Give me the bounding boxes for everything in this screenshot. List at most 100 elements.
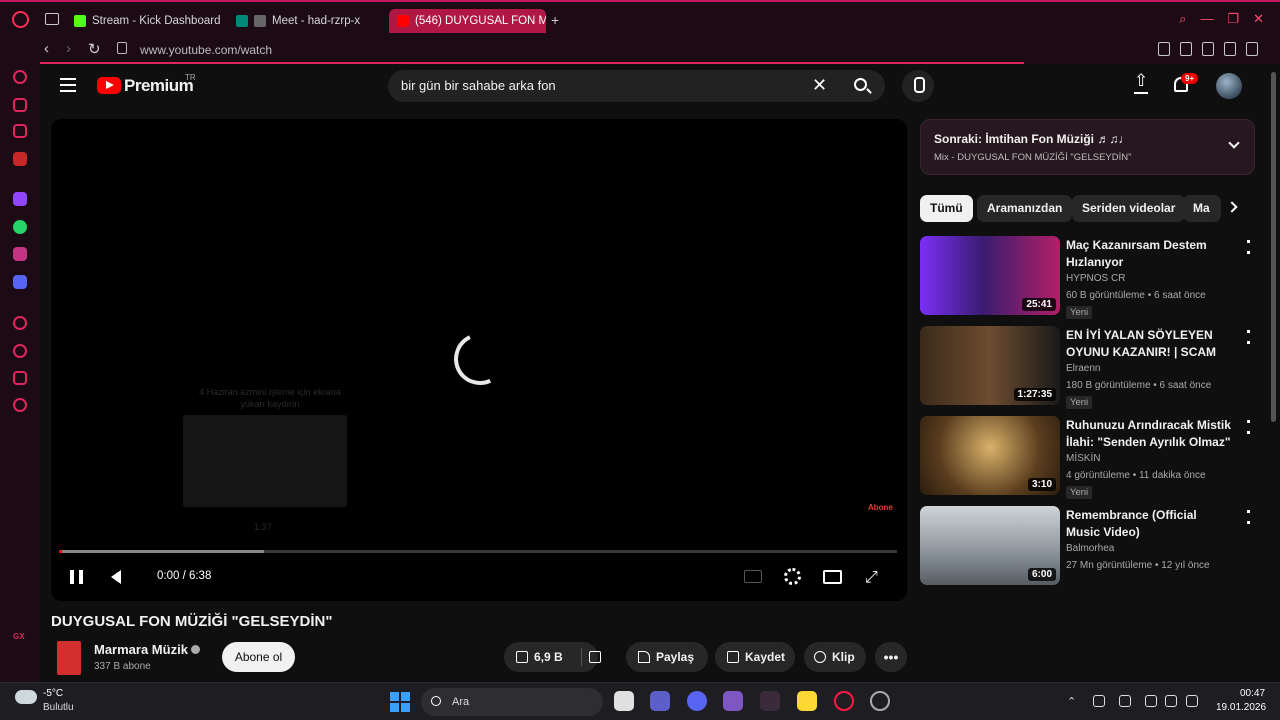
chevron-right-icon[interactable] [1226, 201, 1238, 213]
video-thumbnail[interactable]: 3:10 [920, 416, 1060, 495]
workspace-icon[interactable] [13, 124, 27, 138]
chip-series[interactable]: Seriden videolar [1072, 195, 1186, 222]
aria-icon[interactable] [13, 70, 27, 84]
tray-overflow-icon[interactable]: ⌃ [1067, 695, 1079, 708]
speaker-icon[interactable] [1165, 695, 1177, 707]
battery-icon[interactable] [1186, 695, 1198, 707]
more-vert-icon[interactable] [1247, 510, 1250, 524]
settings-taskbar-icon[interactable] [870, 691, 890, 711]
more-vert-icon[interactable] [1247, 330, 1250, 344]
channel-name[interactable]: Marmara Müzik [94, 642, 188, 657]
whatsapp-icon[interactable] [13, 220, 27, 234]
video-title[interactable]: EN İYİ YALAN SÖYLEYEN OYUNU KAZANIR! | S… [1066, 327, 1234, 361]
tab-meet[interactable]: Meet - had-rzrp-x [236, 9, 382, 33]
chip-more[interactable]: Ma [1183, 195, 1221, 222]
back-button[interactable]: ‹ [44, 40, 49, 57]
video-thumbnail[interactable]: 25:41 [920, 236, 1060, 315]
microphone-icon[interactable] [1119, 695, 1131, 707]
search-tabs-icon[interactable]: ⌕ [1179, 11, 1186, 27]
onedrive-icon[interactable] [1093, 695, 1105, 707]
page-scrollbar[interactable] [1271, 72, 1276, 422]
account-avatar[interactable] [1216, 73, 1242, 99]
dislike-button[interactable] [580, 642, 608, 672]
clear-search-icon[interactable]: ✕ [812, 75, 827, 96]
opera-logo-icon[interactable] [12, 11, 29, 28]
video-thumbnail[interactable]: 6:00 [920, 506, 1060, 585]
channel-name[interactable]: MİSKİN [1066, 453, 1100, 464]
seek-bar[interactable] [59, 550, 897, 553]
channel-avatar[interactable] [57, 641, 81, 675]
more-actions-button[interactable]: ••• [875, 642, 907, 672]
fullscreen-icon[interactable]: ⤢ [865, 569, 878, 587]
chip-from-search[interactable]: Aramanızdan [977, 195, 1073, 222]
theater-mode-icon[interactable] [823, 570, 842, 584]
recommendation-item[interactable]: 6:00 Remembrance (Official Music Video) … [920, 506, 1260, 586]
subscribe-button[interactable]: Abone ol [222, 642, 295, 672]
gmail-icon[interactable] [13, 152, 27, 166]
streaming-app-icon[interactable] [797, 691, 817, 711]
clip-button[interactable]: Klip [804, 642, 866, 672]
search-input[interactable]: bir gün bir sahabe arka fon ✕ [388, 70, 885, 102]
video-player[interactable]: 4 Haziran azmini işleme için ekrana yüka… [51, 119, 907, 601]
history-icon[interactable] [13, 344, 27, 358]
weather-cloud-icon[interactable] [15, 690, 37, 704]
hamburger-menu-icon[interactable] [60, 78, 76, 92]
heart-icon[interactable] [1246, 42, 1258, 56]
gx-icon[interactable]: GX [13, 632, 27, 646]
tab-islands-icon[interactable] [45, 13, 59, 25]
more-vert-icon[interactable] [1247, 420, 1250, 434]
opera-gx-taskbar-icon[interactable] [834, 691, 854, 711]
forward-button[interactable]: › [66, 40, 71, 57]
search-icon[interactable] [854, 78, 867, 91]
app-taskbar-icon[interactable] [723, 691, 743, 711]
reload-button[interactable]: ↻ [88, 40, 101, 58]
windows-start-icon[interactable] [390, 692, 410, 712]
new-tab-button[interactable]: + [551, 12, 559, 28]
channel-name[interactable]: Elraenn [1066, 363, 1100, 374]
url-field[interactable]: www.youtube.com/watch [140, 43, 272, 57]
game-taskbar-icon[interactable] [760, 691, 780, 711]
maximize-button[interactable]: ❐ [1227, 11, 1239, 27]
share-button[interactable]: Paylaş [626, 642, 708, 672]
tab-kick-dashboard[interactable]: Stream - Kick Dashboard [74, 9, 224, 33]
taskbar-search[interactable]: Ara [421, 688, 603, 716]
pause-button[interactable] [70, 570, 83, 584]
voice-search-button[interactable] [902, 70, 934, 102]
instagram-icon[interactable] [13, 247, 27, 261]
player-sidebar-icon[interactable] [13, 316, 27, 330]
clock-time[interactable]: 00:47 [1240, 688, 1265, 699]
settings-gear-icon[interactable] [784, 568, 801, 585]
clock-date[interactable]: 19.01.2026 [1216, 702, 1266, 713]
settings-icon[interactable] [13, 398, 27, 412]
twitch-icon[interactable] [13, 192, 27, 206]
up-next-panel[interactable]: Sonraki: İmtihan Fon Müziği ♬♫♩ Mix - DU… [920, 119, 1255, 175]
channel-name[interactable]: Balmorhea [1066, 543, 1114, 554]
discord-icon[interactable] [13, 275, 27, 289]
video-title[interactable]: Maç Kazanırsam Destem Hızlanıyor [1066, 237, 1234, 271]
subtitles-icon[interactable] [744, 570, 762, 583]
recommendation-item[interactable]: 25:41 Maç Kazanırsam Destem Hızlanıyor H… [920, 236, 1260, 319]
minimize-button[interactable]: — [1200, 11, 1213, 27]
wifi-icon[interactable] [1145, 695, 1157, 707]
youtube-logo-icon[interactable] [97, 77, 121, 94]
extensions-icon[interactable] [1158, 42, 1170, 56]
crypto-wallet-icon[interactable] [13, 98, 27, 112]
channel-name[interactable]: HYPNOS CR [1066, 273, 1125, 284]
vpn-shield-icon[interactable] [1202, 42, 1214, 56]
player-icon[interactable] [1224, 42, 1236, 56]
youtube-brand[interactable]: Premium [124, 76, 194, 96]
recommendation-item[interactable]: 3:10 Ruhunuzu Arındıracak Mistik İlahi: … [920, 416, 1260, 499]
chip-all[interactable]: Tümü [920, 195, 973, 222]
volume-icon[interactable] [111, 570, 121, 584]
video-thumbnail[interactable]: 1:27:35 [920, 326, 1060, 405]
tab-youtube[interactable]: (546) DUYGUSAL FON MÜ [389, 9, 546, 33]
save-button[interactable]: Kaydet [715, 642, 795, 672]
file-explorer-icon[interactable] [614, 691, 634, 711]
video-title[interactable]: Remembrance (Official Music Video) [1066, 507, 1234, 541]
video-title[interactable]: Ruhunuzu Arındıracak Mistik İlahi: "Send… [1066, 417, 1234, 451]
recommendation-item[interactable]: 1:27:35 EN İYİ YALAN SÖYLEYEN OYUNU KAZA… [920, 326, 1260, 409]
more-vert-icon[interactable] [1247, 240, 1250, 254]
extensions-sidebar-icon[interactable] [13, 371, 27, 385]
chevron-down-icon[interactable] [1228, 137, 1240, 149]
discord-taskbar-icon[interactable] [687, 691, 707, 711]
